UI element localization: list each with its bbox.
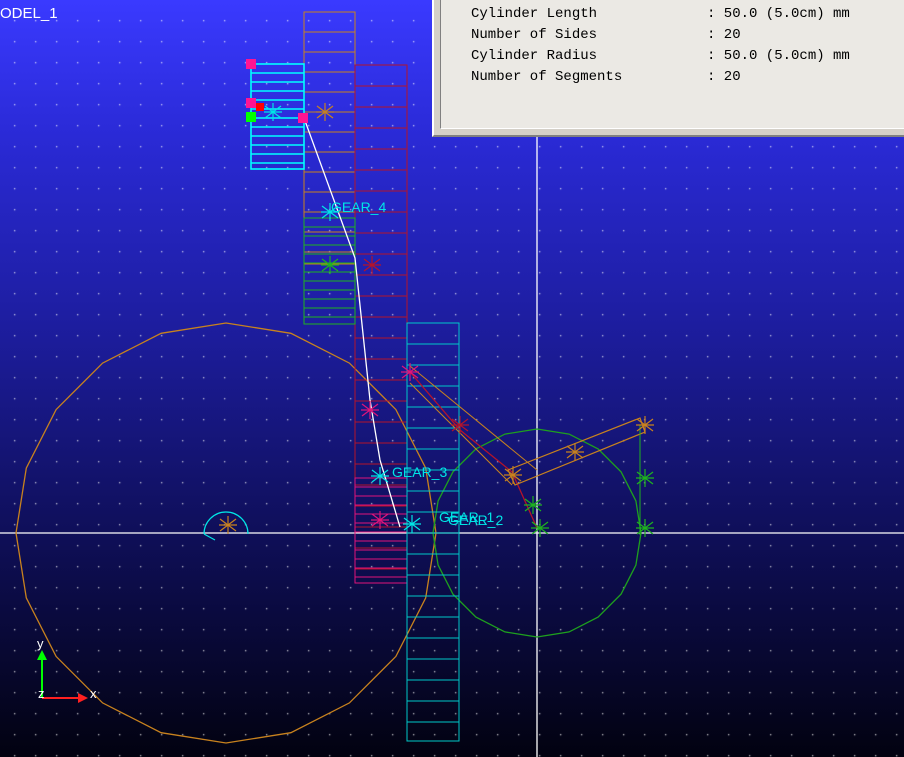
- selection-handle[interactable]: [246, 112, 256, 122]
- joint-triad[interactable]: [451, 416, 469, 434]
- joint-triad[interactable]: [219, 516, 237, 534]
- joint-triad[interactable]: [321, 256, 339, 274]
- info-value: : 20: [707, 27, 741, 43]
- viewport-3d[interactable]: GEAR_4 GEAR_3 GEAR_1 GEAR_2 y x z ODEL_1…: [0, 0, 904, 757]
- info-row-cylinder-radius: Cylinder Radius : 50.0 (5.0cm) mm: [471, 47, 850, 65]
- selection-handle[interactable]: [246, 98, 256, 108]
- info-value: : 50.0 (5.0cm) mm: [707, 48, 850, 64]
- info-panel-body: Cylinder Length : 50.0 (5.0cm) mm Number …: [440, 0, 904, 129]
- selection-handle[interactable]: [256, 103, 264, 111]
- red-link[interactable]: [409, 371, 538, 529]
- link-line[interactable]: [303, 117, 401, 528]
- joint-triad[interactable]: [403, 515, 421, 533]
- info-row-number-of-sides: Number of Sides : 20: [471, 26, 741, 44]
- info-row-cylinder-length: Cylinder Length : 50.0 (5.0cm) mm: [471, 5, 850, 23]
- gear-3-label[interactable]: GEAR_3: [392, 464, 447, 480]
- cylinder-outline: [354, 477, 408, 584]
- triad-x-label: x: [90, 686, 97, 701]
- orange-link-a[interactable]: [409, 365, 538, 471]
- selection-handle[interactable]: [298, 113, 308, 123]
- triad-y-label: y: [37, 636, 44, 651]
- selection-handle[interactable]: [246, 59, 256, 69]
- info-label: Number of Sides: [471, 27, 598, 43]
- info-label: Number of Segments: [471, 69, 623, 85]
- gear-4-label[interactable]: GEAR_4: [331, 199, 386, 215]
- joint-triad[interactable]: [316, 103, 334, 121]
- joint-triad[interactable]: [636, 469, 654, 487]
- model-name: ODEL_1: [0, 5, 58, 22]
- gear-2-label[interactable]: GEAR_2: [448, 512, 503, 528]
- info-label: Cylinder Length: [471, 6, 598, 22]
- joint-triad[interactable]: [363, 256, 381, 274]
- joint-triad[interactable]: [524, 496, 542, 514]
- selected-cylinder[interactable]: [250, 63, 305, 170]
- joint-triad[interactable]: [504, 466, 522, 484]
- triad-x-arrow: [78, 693, 88, 703]
- triad-y-arrow: [37, 650, 47, 660]
- joint-triad[interactable]: [361, 401, 379, 419]
- info-label: Cylinder Radius: [471, 48, 598, 64]
- info-value: : 20: [707, 69, 741, 85]
- info-panel: Cylinder Length : 50.0 (5.0cm) mm Number …: [432, 0, 904, 137]
- magenta-cylinder[interactable]: [354, 477, 408, 584]
- base-joint-tick: [203, 533, 216, 541]
- info-row-number-of-segments: Number of Segments : 20: [471, 68, 741, 86]
- info-value: : 50.0 (5.0cm) mm: [707, 6, 850, 22]
- joint-triad[interactable]: [401, 363, 419, 381]
- triad-z-label: z: [38, 686, 45, 701]
